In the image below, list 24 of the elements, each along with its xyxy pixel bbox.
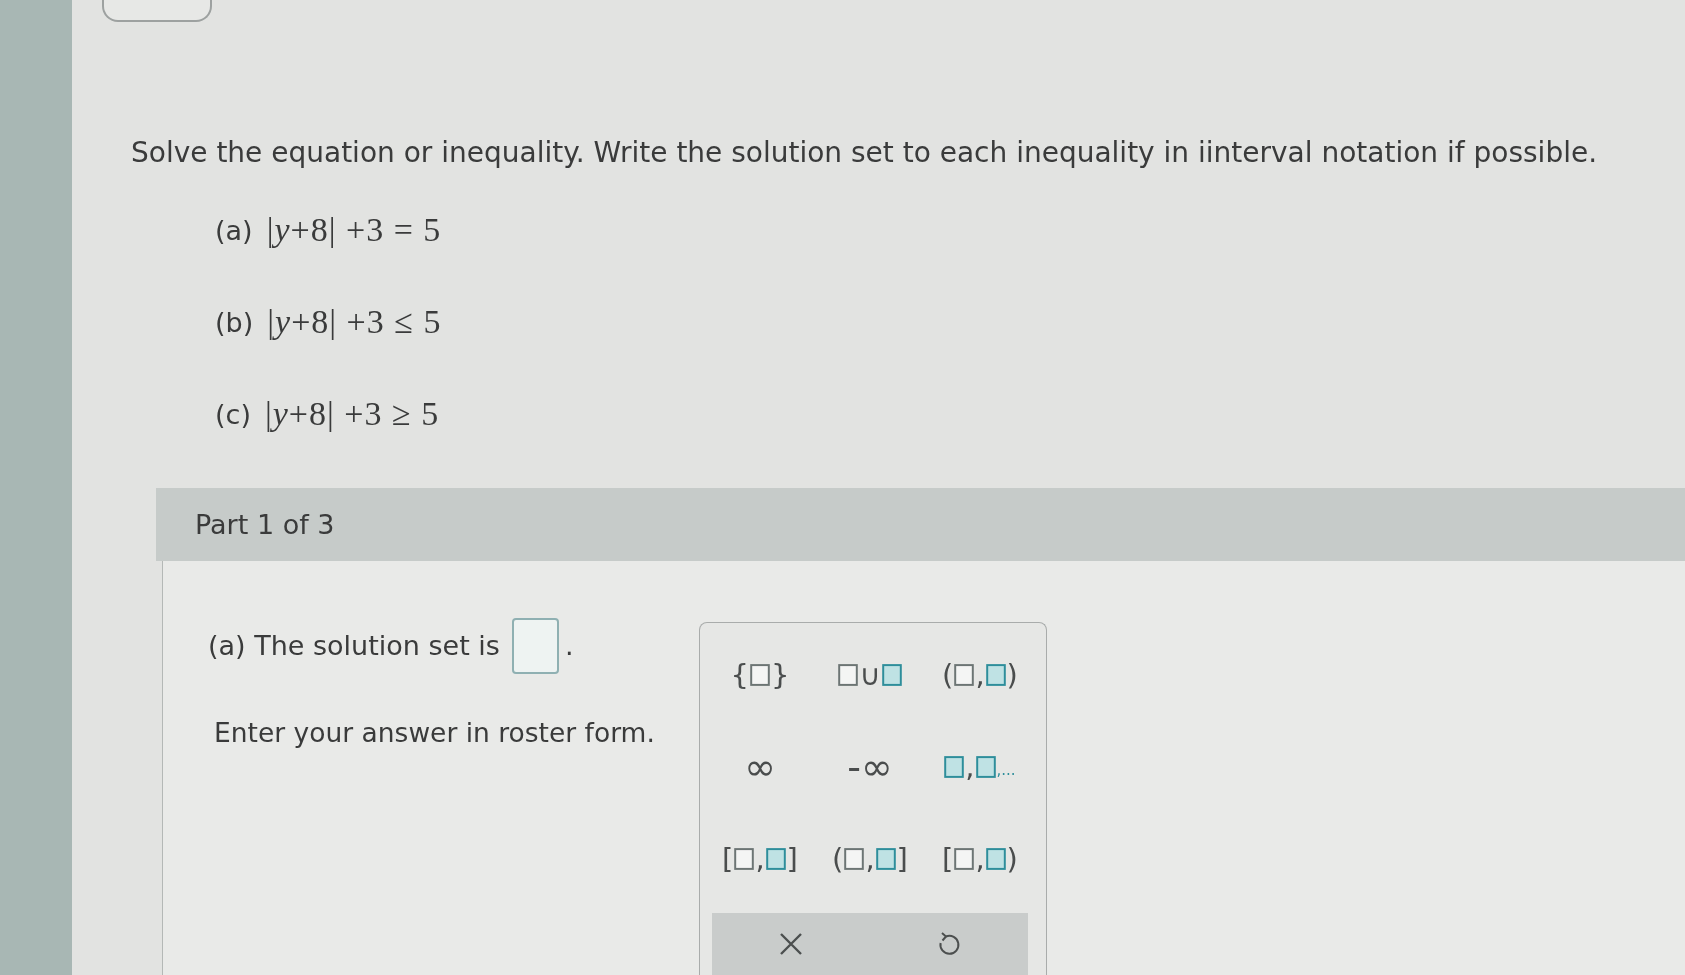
problem-label: (a) — [215, 214, 253, 246]
problem-label: (c) — [215, 398, 251, 430]
keypad-key[interactable]: [ , ) — [930, 827, 1030, 891]
equation: |y+8| +3 ≥ 5 — [264, 395, 440, 433]
equation: |y+8| +3 ≤ 5 — [267, 303, 442, 341]
undo-icon — [937, 932, 961, 956]
keypad-key[interactable]: { } — [710, 643, 810, 707]
keypad-key[interactable]: ( , ) — [930, 643, 1030, 707]
keypad-key[interactable]: , ,... — [930, 735, 1030, 799]
keypad-key[interactable]: [ , ] — [710, 827, 810, 891]
prompt-text: (a) The solution set is — [208, 630, 500, 661]
period-text: . — [564, 630, 574, 661]
instructions-text: Solve the equation or inequality. Write the solution set to each inequality in iinterval notation if possible. — [131, 136, 1599, 170]
equation: |y+8| +3 = 5 — [266, 211, 442, 249]
hint-text: Enter your answer in roster form. — [214, 717, 656, 749]
keypad-key[interactable]: -∞ — [820, 735, 920, 799]
keypad-key[interactable]: ∪ — [820, 643, 920, 707]
part-title: Part 1 of 3 — [195, 509, 335, 540]
answer-box[interactable] — [511, 617, 559, 674]
rounded-button[interactable] — [102, 0, 212, 22]
problem-label: (b) — [215, 306, 254, 338]
cross-icon — [779, 932, 803, 956]
keypad-key[interactable]: ∞ — [710, 735, 810, 799]
keypad-key[interactable]: ( , ] — [820, 827, 920, 891]
